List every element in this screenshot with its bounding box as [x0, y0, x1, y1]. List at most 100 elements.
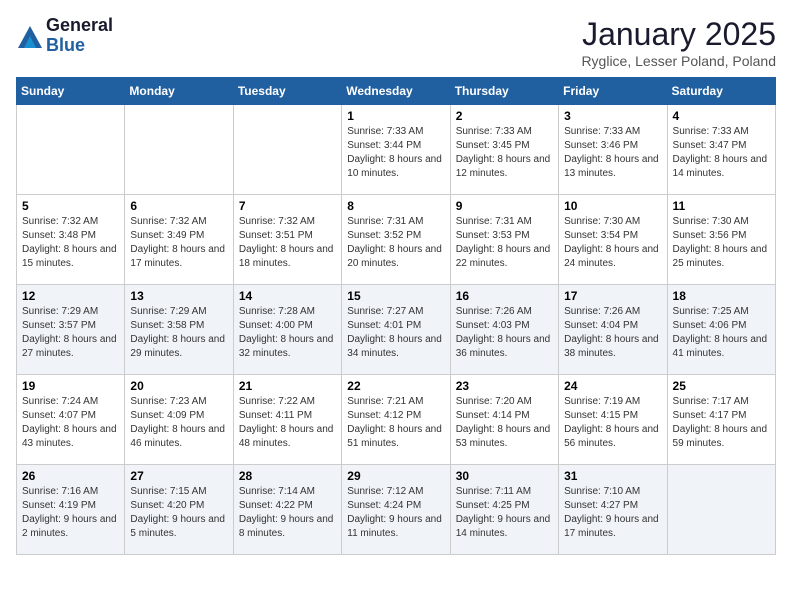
day-cell: 29 Sunrise: 7:12 AM Sunset: 4:24 PM Dayli…: [342, 465, 450, 555]
day-cell: 10 Sunrise: 7:30 AM Sunset: 3:54 PM Dayli…: [559, 195, 667, 285]
day-cell: 31Sunrise: 7:10 AM Sunset: 4:27 PM Dayli…: [559, 465, 667, 555]
day-number: 24: [564, 379, 661, 393]
logo-icon: [16, 22, 44, 50]
day-number: 6: [130, 199, 227, 213]
day-number: 14: [239, 289, 336, 303]
day-info: Sunrise: 7:32 AM Sunset: 3:51 PM Dayligh…: [239, 215, 336, 271]
logo-blue: Blue: [46, 36, 113, 56]
day-cell: 5 Sunrise: 7:32 AM Sunset: 3:48 PM Daylig…: [17, 195, 125, 285]
day-cell: [125, 105, 233, 195]
day-number: 20: [130, 379, 227, 393]
day-cell: 3 Sunrise: 7:33 AM Sunset: 3:46 PM Daylig…: [559, 105, 667, 195]
day-info: Sunrise: 7:11 AM Sunset: 4:25 PM Dayligh…: [456, 485, 553, 541]
day-number: 19: [22, 379, 119, 393]
day-number: 10: [564, 199, 661, 213]
day-info: Sunrise: 7:32 AM Sunset: 3:48 PM Dayligh…: [22, 215, 119, 271]
day-number: 21: [239, 379, 336, 393]
month-title: January 2025: [581, 16, 776, 53]
day-info: Sunrise: 7:16 AM Sunset: 4:19 PM Dayligh…: [22, 485, 119, 541]
day-cell: 23 Sunrise: 7:20 AM Sunset: 4:14 PM Dayli…: [450, 375, 558, 465]
weekday-header-wednesday: Wednesday: [342, 78, 450, 105]
day-info: Sunrise: 7:22 AM Sunset: 4:11 PM Dayligh…: [239, 395, 336, 451]
day-number: 29: [347, 469, 444, 483]
day-number: 2: [456, 109, 553, 123]
day-cell: 8 Sunrise: 7:31 AM Sunset: 3:52 PM Daylig…: [342, 195, 450, 285]
day-info: Sunrise: 7:30 AM Sunset: 3:56 PM Dayligh…: [673, 215, 770, 271]
day-cell: 6 Sunrise: 7:32 AM Sunset: 3:49 PM Daylig…: [125, 195, 233, 285]
week-row-5: 26 Sunrise: 7:16 AM Sunset: 4:19 PM Dayli…: [17, 465, 776, 555]
day-number: 23: [456, 379, 553, 393]
day-number: 8: [347, 199, 444, 213]
day-cell: [17, 105, 125, 195]
day-cell: 16 Sunrise: 7:26 AM Sunset: 4:03 PM Dayli…: [450, 285, 558, 375]
day-info: Sunrise: 7:12 AM Sunset: 4:24 PM Dayligh…: [347, 485, 444, 541]
day-cell: 14 Sunrise: 7:28 AM Sunset: 4:00 PM Dayli…: [233, 285, 341, 375]
location-title: Ryglice, Lesser Poland, Poland: [581, 53, 776, 69]
day-cell: 15Sunrise: 7:27 AM Sunset: 4:01 PM Dayli…: [342, 285, 450, 375]
day-info: Sunrise: 7:27 AM Sunset: 4:01 PM Dayligh…: [347, 305, 444, 361]
logo-text: General Blue: [46, 16, 113, 56]
weekday-header-friday: Friday: [559, 78, 667, 105]
day-cell: 13 Sunrise: 7:29 AM Sunset: 3:58 PM Dayli…: [125, 285, 233, 375]
day-info: Sunrise: 7:29 AM Sunset: 3:58 PM Dayligh…: [130, 305, 227, 361]
week-row-2: 5 Sunrise: 7:32 AM Sunset: 3:48 PM Daylig…: [17, 195, 776, 285]
day-info: Sunrise: 7:26 AM Sunset: 4:03 PM Dayligh…: [456, 305, 553, 361]
day-number: 28: [239, 469, 336, 483]
day-number: 12: [22, 289, 119, 303]
day-info: Sunrise: 7:31 AM Sunset: 3:53 PM Dayligh…: [456, 215, 553, 271]
day-info: Sunrise: 7:15 AM Sunset: 4:20 PM Dayligh…: [130, 485, 227, 541]
logo-general: General: [46, 16, 113, 36]
day-cell: 28Sunrise: 7:14 AM Sunset: 4:22 PM Dayli…: [233, 465, 341, 555]
weekday-header-tuesday: Tuesday: [233, 78, 341, 105]
day-cell: [233, 105, 341, 195]
day-cell: 4 Sunrise: 7:33 AM Sunset: 3:47 PM Daylig…: [667, 105, 775, 195]
day-number: 26: [22, 469, 119, 483]
weekday-header-sunday: Sunday: [17, 78, 125, 105]
day-info: Sunrise: 7:20 AM Sunset: 4:14 PM Dayligh…: [456, 395, 553, 451]
day-cell: 18 Sunrise: 7:25 AM Sunset: 4:06 PM Dayli…: [667, 285, 775, 375]
day-number: 17: [564, 289, 661, 303]
weekday-header-monday: Monday: [125, 78, 233, 105]
day-info: Sunrise: 7:31 AM Sunset: 3:52 PM Dayligh…: [347, 215, 444, 271]
day-number: 7: [239, 199, 336, 213]
day-info: Sunrise: 7:21 AM Sunset: 4:12 PM Dayligh…: [347, 395, 444, 451]
day-number: 22: [347, 379, 444, 393]
day-cell: 22 Sunrise: 7:21 AM Sunset: 4:12 PM Dayli…: [342, 375, 450, 465]
day-cell: 30 Sunrise: 7:11 AM Sunset: 4:25 PM Dayli…: [450, 465, 558, 555]
day-number: 27: [130, 469, 227, 483]
day-number: 13: [130, 289, 227, 303]
day-info: Sunrise: 7:26 AM Sunset: 4:04 PM Dayligh…: [564, 305, 661, 361]
day-info: Sunrise: 7:32 AM Sunset: 3:49 PM Dayligh…: [130, 215, 227, 271]
day-cell: 1Sunrise: 7:33 AM Sunset: 3:44 PM Daylig…: [342, 105, 450, 195]
day-number: 25: [673, 379, 770, 393]
day-info: Sunrise: 7:33 AM Sunset: 3:47 PM Dayligh…: [673, 125, 770, 181]
day-cell: 11 Sunrise: 7:30 AM Sunset: 3:56 PM Dayli…: [667, 195, 775, 285]
logo: General Blue: [16, 16, 113, 56]
week-row-4: 19Sunrise: 7:24 AM Sunset: 4:07 PM Dayli…: [17, 375, 776, 465]
day-number: 11: [673, 199, 770, 213]
weekday-header-thursday: Thursday: [450, 78, 558, 105]
day-number: 1: [347, 109, 444, 123]
day-number: 18: [673, 289, 770, 303]
week-row-3: 12Sunrise: 7:29 AM Sunset: 3:57 PM Dayli…: [17, 285, 776, 375]
day-cell: 17 Sunrise: 7:26 AM Sunset: 4:04 PM Dayli…: [559, 285, 667, 375]
day-info: Sunrise: 7:33 AM Sunset: 3:46 PM Dayligh…: [564, 125, 661, 181]
day-info: Sunrise: 7:30 AM Sunset: 3:54 PM Dayligh…: [564, 215, 661, 271]
day-number: 4: [673, 109, 770, 123]
day-number: 9: [456, 199, 553, 213]
day-info: Sunrise: 7:19 AM Sunset: 4:15 PM Dayligh…: [564, 395, 661, 451]
day-cell: 27 Sunrise: 7:15 AM Sunset: 4:20 PM Dayli…: [125, 465, 233, 555]
title-block: January 2025 Ryglice, Lesser Poland, Pol…: [581, 16, 776, 69]
day-number: 3: [564, 109, 661, 123]
day-info: Sunrise: 7:28 AM Sunset: 4:00 PM Dayligh…: [239, 305, 336, 361]
day-number: 5: [22, 199, 119, 213]
day-cell: 9 Sunrise: 7:31 AM Sunset: 3:53 PM Daylig…: [450, 195, 558, 285]
day-number: 31: [564, 469, 661, 483]
day-number: 16: [456, 289, 553, 303]
calendar: SundayMondayTuesdayWednesdayThursdayFrid…: [16, 77, 776, 555]
day-info: Sunrise: 7:25 AM Sunset: 4:06 PM Dayligh…: [673, 305, 770, 361]
day-cell: 25Sunrise: 7:17 AM Sunset: 4:17 PM Dayli…: [667, 375, 775, 465]
day-number: 30: [456, 469, 553, 483]
day-info: Sunrise: 7:33 AM Sunset: 3:45 PM Dayligh…: [456, 125, 553, 181]
day-cell: 24 Sunrise: 7:19 AM Sunset: 4:15 PM Dayli…: [559, 375, 667, 465]
